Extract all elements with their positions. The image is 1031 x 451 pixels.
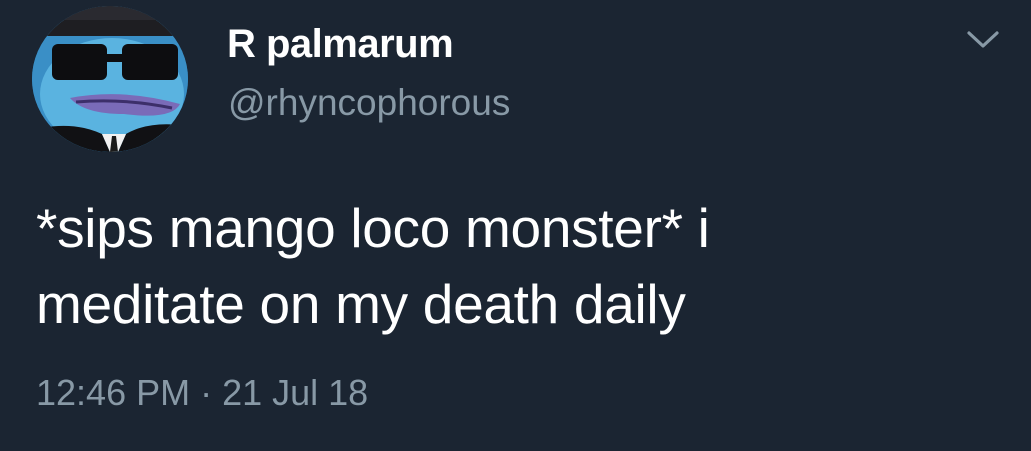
user-handle[interactable]: @rhyncophorous xyxy=(228,82,510,124)
tweet-menu-button[interactable] xyxy=(958,20,1008,60)
timestamp-separator: · xyxy=(200,372,213,413)
avatar-image xyxy=(32,6,188,152)
tweet-text: *sips mango loco monster* i meditate on … xyxy=(36,190,996,342)
tweet-text-line-1: *sips mango loco monster* i xyxy=(36,197,710,259)
chevron-down-icon xyxy=(967,31,999,48)
tweet-date: 21 Jul 18 xyxy=(222,372,369,413)
display-name[interactable]: R palmarum xyxy=(227,22,454,67)
avatar[interactable] xyxy=(32,6,188,152)
tweet-time: 12:46 PM xyxy=(36,372,191,413)
tweet-card: R palmarum @rhyncophorous *sips mango lo… xyxy=(0,0,1031,451)
tweet-timestamp[interactable]: 12:46 PM · 21 Jul 18 xyxy=(36,372,368,414)
tweet-text-line-2: meditate on my death daily xyxy=(36,273,686,335)
